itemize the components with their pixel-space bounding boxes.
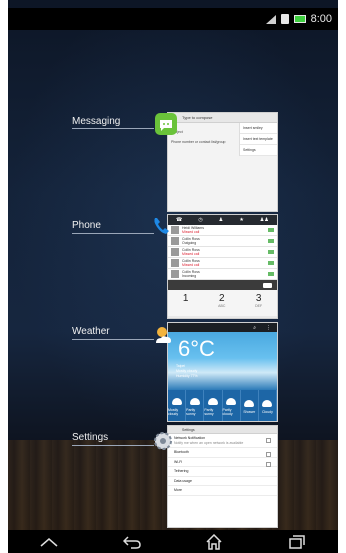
dial-input-bar [168, 280, 277, 290]
left-border [0, 0, 8, 553]
call-log-row: Collin Ross Missed call [168, 258, 277, 269]
weather-forecast: Mostly cloudy Partly sunny Partly sunny … [168, 390, 277, 421]
cloud-icon [189, 397, 200, 405]
recent-app-label-messaging[interactable]: Messaging [72, 116, 120, 127]
back-icon[interactable] [114, 532, 150, 552]
avatar [171, 237, 179, 245]
recent-apps-icon[interactable] [279, 532, 315, 552]
settings-header: Settings [168, 426, 277, 434]
avatar [171, 248, 179, 256]
call-icon [268, 261, 274, 265]
call-icon [268, 228, 274, 232]
label-underline [72, 233, 154, 234]
call-log-row: Collin Ross Missed call [168, 247, 277, 258]
history-tab-icon: ◷ [198, 217, 203, 223]
recent-app-label-weather[interactable]: Weather [72, 326, 110, 337]
phone-tabs: ☎ ◷ ♟ ★ ♟♟ [168, 215, 277, 225]
recent-app-card-settings[interactable]: Settings Network Notification Notify me w… [167, 425, 278, 528]
contacts-tab-icon: ♟ [218, 217, 224, 223]
call-icon [268, 272, 274, 276]
menu-icon: ⋮ [266, 324, 271, 331]
settings-row: Bluetooth [168, 448, 277, 458]
forecast-day: Mostly cloudy [168, 390, 187, 421]
call-log-row: Collin Ross Outgoing [168, 236, 277, 247]
sim-icon [280, 14, 289, 24]
current-temperature: 6°C [178, 336, 215, 361]
dialpad-key: 1 [182, 293, 189, 304]
up-icon[interactable] [31, 532, 67, 552]
checkbox-icon [266, 452, 271, 457]
settings-row: More [168, 486, 277, 496]
signal-icon [265, 14, 276, 24]
messaging-icon [155, 113, 177, 135]
msg-subject: Subject [171, 130, 183, 134]
msg-recipient: Phone number or contact list/group [171, 140, 226, 144]
weather-icon [152, 323, 174, 345]
cloud-icon [244, 399, 255, 407]
weather-toolbar: ⌕ ⋮ [168, 323, 277, 332]
cloud-icon [207, 397, 218, 405]
settings-icon [152, 430, 174, 452]
forecast-day: Partly sunny [204, 390, 223, 421]
recent-app-label-phone[interactable]: Phone [72, 220, 101, 231]
msg-options-menu: Insert smiley Insert text template Setti… [239, 123, 277, 156]
battery-icon [293, 15, 306, 23]
settings-row: Network Notification Notify me when an op… [168, 434, 277, 448]
dialpad: 1 2 ABC 3 DEF [168, 290, 277, 316]
forecast-day: Partly cloudy [223, 390, 241, 421]
avatar [171, 270, 179, 278]
forecast-day: Cloudy [259, 390, 277, 421]
recent-app-label-settings[interactable]: Settings [72, 432, 108, 443]
settings-row: Data usage [168, 477, 277, 486]
label-underline [72, 128, 154, 129]
phone-tab-icon: ☎ [176, 217, 183, 223]
settings-row: Wi-Fi [168, 458, 277, 467]
recent-app-card-weather[interactable]: ⌕ ⋮ 6°C Taipei Mostly cloudy Humidity 77… [167, 322, 278, 422]
call-log-row: Heidi Williams Missed call [168, 225, 277, 236]
label-underline [72, 339, 154, 340]
dialpad-key: 3 DEF [255, 293, 263, 308]
weather-details: Taipei Mostly cloudy Humidity 77% [176, 364, 198, 378]
call-log: Heidi Williams Missed call Collin Ross Out… [168, 225, 277, 280]
recent-apps-screen: 8:00 Messaging Type to compose Insert sm… [0, 0, 346, 553]
avatar [171, 259, 179, 267]
backspace-icon [263, 282, 272, 288]
call-icon [268, 239, 274, 243]
msg-menu-item: Insert text template [240, 134, 277, 145]
right-border [338, 0, 346, 553]
status-time: 8:00 [310, 13, 332, 25]
cloud-icon [262, 399, 273, 407]
settings-row: Tethering [168, 467, 277, 477]
navigation-bar [8, 530, 338, 553]
phone-icon [151, 215, 173, 237]
label-underline [72, 445, 154, 446]
msg-body: Subject Phone number or contact list/gro… [168, 123, 240, 151]
cloud-icon [171, 397, 182, 405]
recent-app-card-phone[interactable]: ☎ ◷ ♟ ★ ♟♟ Heidi Williams Missed call Col… [167, 214, 278, 319]
msg-menu-item: Settings [240, 145, 277, 156]
forecast-day: Shower [241, 390, 259, 421]
forecast-day: Partly sunny [186, 390, 205, 421]
msg-compose-header: Type to compose [168, 113, 277, 123]
recent-app-card-messaging[interactable]: Type to compose Insert smiley Insert tex… [167, 112, 278, 212]
msg-menu-item: Insert smiley [240, 123, 277, 134]
status-bar: 8:00 [8, 8, 338, 30]
search-icon: ⌕ [253, 324, 256, 331]
checkbox-icon [266, 461, 271, 467]
dialpad-key: 2 ABC [218, 293, 226, 308]
call-log-row: Collin Ross Incoming [168, 269, 277, 280]
call-icon [268, 250, 274, 254]
groups-tab-icon: ♟♟ [259, 217, 269, 223]
favorites-tab-icon: ★ [239, 217, 244, 223]
checkbox-icon [266, 438, 271, 443]
weather-current: 6°C Taipei Mostly cloudy Humidity 77% [168, 332, 277, 390]
home-icon[interactable] [196, 532, 232, 552]
cloud-icon [226, 397, 237, 405]
